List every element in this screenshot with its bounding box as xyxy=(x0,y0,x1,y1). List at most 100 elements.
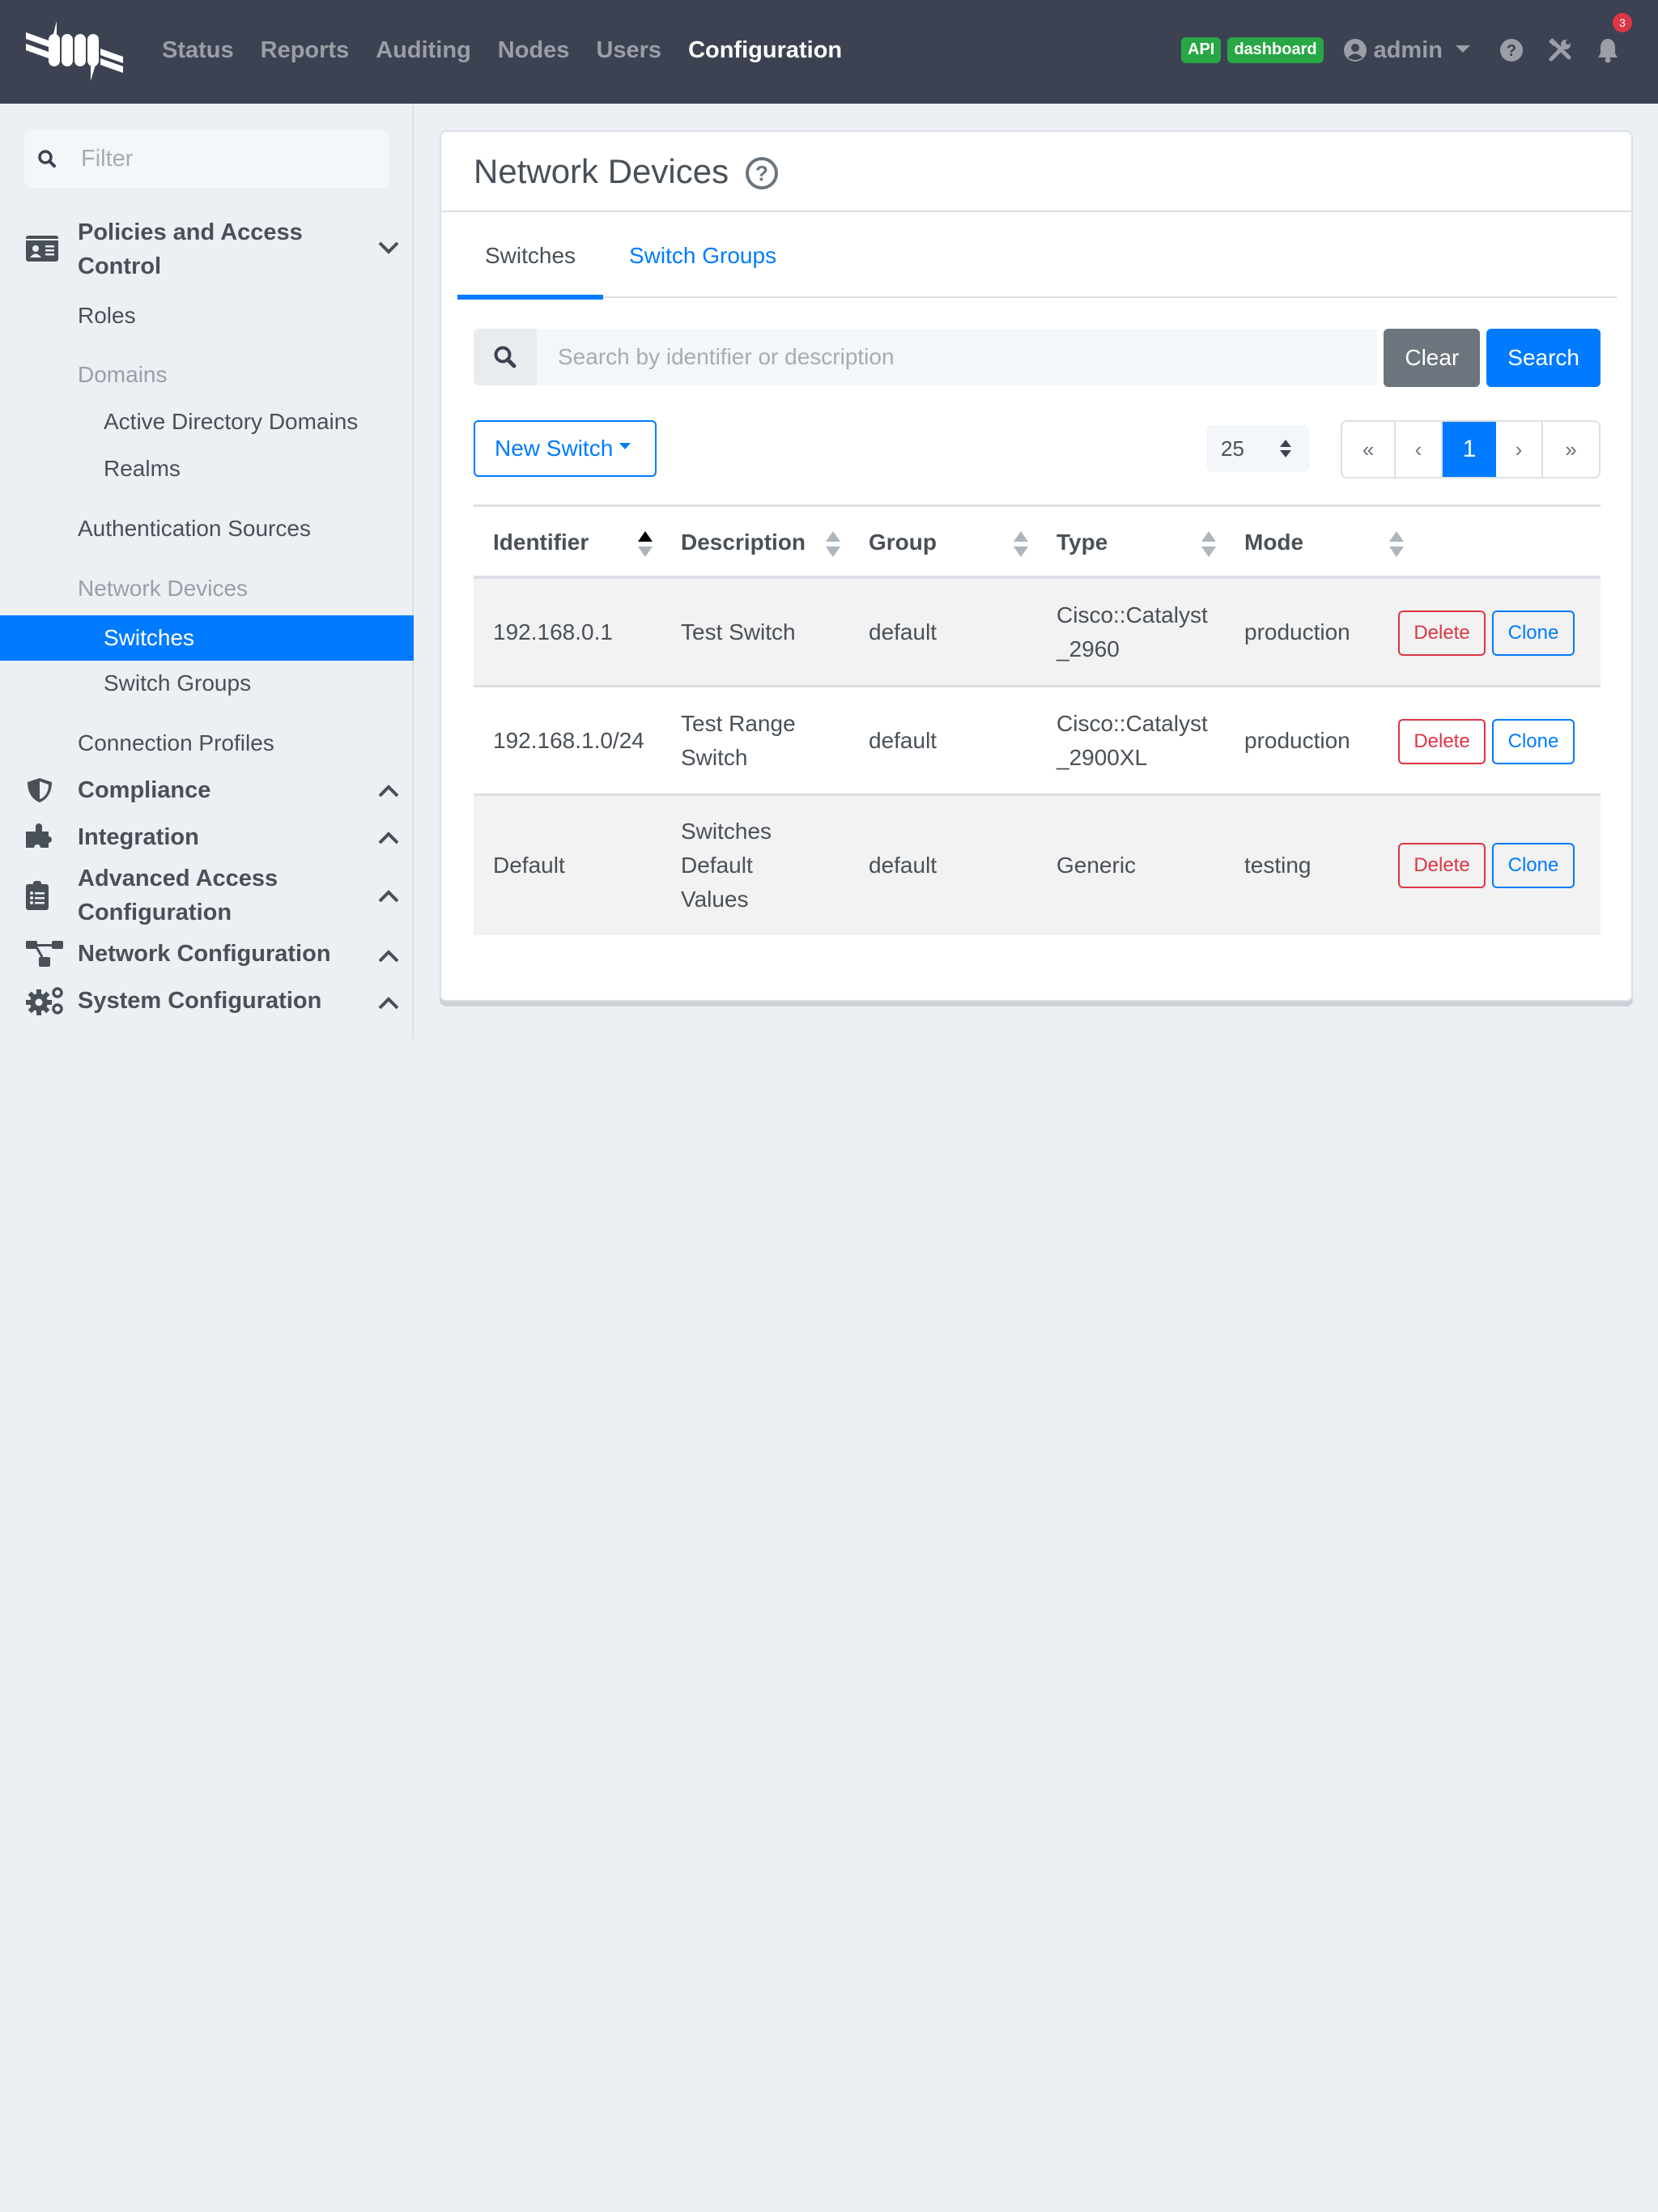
cell-type: Generic xyxy=(1056,853,1137,878)
sort-icon[interactable] xyxy=(1013,531,1029,557)
api-badge[interactable]: API xyxy=(1181,37,1222,63)
notification-count-badge: 3 xyxy=(1613,13,1632,32)
last-page-button[interactable]: » xyxy=(1543,422,1599,477)
sidebar-section-system-configuration[interactable]: System Configuration xyxy=(0,978,414,1023)
tab-switch-groups[interactable]: Switch Groups xyxy=(629,213,776,298)
sidebar-section-integration[interactable]: Integration xyxy=(0,815,414,860)
cell-group: default xyxy=(869,853,937,878)
cell-group: default xyxy=(869,727,937,753)
new-switch-dropdown-button[interactable]: New Switch xyxy=(474,420,657,477)
search-icon xyxy=(38,150,56,168)
table-header: Identifier Description Group Type Mode xyxy=(474,504,1601,579)
search-button[interactable]: Search xyxy=(1486,329,1601,387)
logo-icon[interactable] xyxy=(24,21,125,81)
sidebar-section-network-configuration[interactable]: Network Configuration xyxy=(0,931,414,976)
clone-button[interactable]: Clone xyxy=(1492,719,1575,764)
sidebar-item-active-directory-domains[interactable]: Active Directory Domains xyxy=(0,399,414,445)
per-page-select[interactable]: 25 xyxy=(1206,425,1310,472)
nav-users[interactable]: Users xyxy=(596,37,661,64)
column-header-group[interactable]: Group xyxy=(869,507,937,578)
page-1-button[interactable]: 1 xyxy=(1443,422,1496,477)
chevron-up-icon xyxy=(377,889,400,908)
page-title: Network Devices xyxy=(474,151,729,190)
sidebar-item-label: Roles xyxy=(78,303,136,328)
sidebar-section-advanced-access[interactable]: Advanced Access Configuration xyxy=(0,861,414,929)
tab-label: Switch Groups xyxy=(629,242,777,268)
help-circle-icon[interactable]: ? xyxy=(745,156,779,190)
sidebar-item-switch-groups[interactable]: Switch Groups xyxy=(0,661,414,706)
column-label: Group xyxy=(869,530,937,555)
sidebar-item-switches[interactable]: Switches xyxy=(0,615,414,661)
sidebar-section-title: Policies and Access Control xyxy=(78,219,303,279)
nav-configuration[interactable]: Configuration xyxy=(688,37,842,64)
nav-reports[interactable]: Reports xyxy=(261,37,350,64)
sidebar-filter-input[interactable] xyxy=(81,145,372,172)
column-header-description[interactable]: Description xyxy=(681,507,806,578)
per-page-value: 25 xyxy=(1221,436,1244,461)
sidebar: Policies and Access Control Roles Domain… xyxy=(0,104,414,1039)
user-name: admin xyxy=(1373,36,1443,63)
sidebar-item-authentication-sources[interactable]: Authentication Sources xyxy=(0,506,414,551)
sidebar-item-realms[interactable]: Realms xyxy=(0,446,414,491)
cell-description: Switches Default Values xyxy=(681,819,772,912)
cell-type: Cisco::Catalyst_2900XL xyxy=(1056,710,1208,770)
column-label: Description xyxy=(681,530,806,555)
next-page-button[interactable]: › xyxy=(1496,422,1543,477)
column-header-identifier[interactable]: Identifier xyxy=(493,507,589,578)
sidebar-item-label: Switch Groups xyxy=(104,670,252,696)
column-header-type[interactable]: Type xyxy=(1056,507,1107,578)
sidebar-section-policies[interactable]: Policies and Access Control xyxy=(0,215,414,283)
search-bar: Clear Search xyxy=(474,329,1601,387)
delete-button[interactable]: Delete xyxy=(1398,610,1486,656)
user-menu[interactable]: admin xyxy=(1343,37,1470,64)
sort-icon[interactable] xyxy=(1201,531,1217,557)
delete-button[interactable]: Delete xyxy=(1398,719,1486,764)
nav-nodes[interactable]: Nodes xyxy=(498,37,570,64)
dashboard-badge[interactable]: dashboard xyxy=(1227,37,1324,63)
table-row[interactable]: Default Switches Default Values default … xyxy=(474,796,1601,935)
sidebar-section-title: Network Configuration xyxy=(78,941,331,967)
cell-type: Cisco::Catalyst_2960 xyxy=(1056,602,1208,661)
tools-button[interactable] xyxy=(1548,38,1572,62)
caret-down-icon xyxy=(1456,45,1470,53)
top-navbar: Status Reports Auditing Nodes Users Conf… xyxy=(0,0,1658,104)
sidebar-section-title: Advanced Access Configuration xyxy=(78,866,278,925)
sidebar-item-label: Authentication Sources xyxy=(78,516,311,541)
table-row[interactable]: 192.168.0.1 Test Switch default Cisco::C… xyxy=(474,579,1601,687)
search-icon xyxy=(494,346,517,368)
search-input[interactable] xyxy=(537,329,1378,385)
table-row[interactable]: 192.168.1.0/24 Test Range Switch default… xyxy=(474,687,1601,796)
notifications-button[interactable]: 3 xyxy=(1596,13,1632,63)
cell-group: default xyxy=(869,619,937,644)
sidebar-item-label: Active Directory Domains xyxy=(104,409,359,434)
nav-auditing[interactable]: Auditing xyxy=(376,37,471,64)
delete-button[interactable]: Delete xyxy=(1398,843,1486,888)
sidebar-item-label: Realms xyxy=(104,456,181,481)
sidebar-group-domains: Domains xyxy=(0,352,414,398)
chevron-down-icon xyxy=(377,240,400,259)
clone-button[interactable]: Clone xyxy=(1492,610,1575,656)
sidebar-item-roles[interactable]: Roles xyxy=(0,293,414,338)
column-label: Mode xyxy=(1244,530,1304,555)
chevron-up-icon xyxy=(377,784,400,802)
sort-ascending-icon[interactable] xyxy=(637,531,653,557)
sidebar-item-label: Connection Profiles xyxy=(78,730,274,755)
sidebar-filter[interactable] xyxy=(24,130,389,188)
sidebar-item-label: Switches xyxy=(104,625,195,650)
cell-identifier: 192.168.1.0/24 xyxy=(493,727,644,753)
cell-mode: production xyxy=(1244,727,1350,753)
tab-switches[interactable]: Switches xyxy=(457,213,603,300)
column-header-mode[interactable]: Mode xyxy=(1244,507,1303,578)
sidebar-section-title: Integration xyxy=(78,824,199,850)
first-page-button[interactable]: « xyxy=(1342,422,1396,477)
help-button[interactable]: ? xyxy=(1499,38,1524,62)
clone-button[interactable]: Clone xyxy=(1492,843,1575,888)
prev-page-button[interactable]: ‹ xyxy=(1396,422,1443,477)
sidebar-section-compliance[interactable]: Compliance xyxy=(0,768,414,813)
sort-icon[interactable] xyxy=(1388,531,1405,557)
nav-status[interactable]: Status xyxy=(162,37,234,64)
clear-button[interactable]: Clear xyxy=(1384,329,1481,387)
chevron-up-icon xyxy=(377,831,400,849)
sort-icon[interactable] xyxy=(825,531,841,557)
sidebar-item-connection-profiles[interactable]: Connection Profiles xyxy=(0,721,414,766)
